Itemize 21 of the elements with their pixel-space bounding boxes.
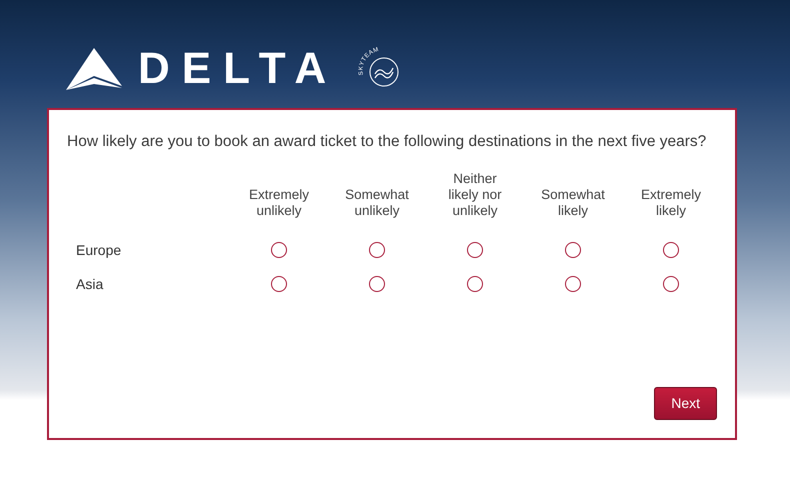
radio-button[interactable] xyxy=(663,242,679,258)
radio-button[interactable] xyxy=(369,242,385,258)
triangle-logo-icon xyxy=(66,48,122,90)
radio-button[interactable] xyxy=(467,242,483,258)
radio-button[interactable] xyxy=(663,276,679,292)
radio-button[interactable] xyxy=(369,276,385,292)
radio-button[interactable] xyxy=(271,276,287,292)
radio-button[interactable] xyxy=(565,242,581,258)
radio-button[interactable] xyxy=(271,242,287,258)
radio-button[interactable] xyxy=(467,276,483,292)
scale-label: Somewhat unlikely xyxy=(344,187,410,220)
next-button[interactable]: Next xyxy=(654,387,717,420)
row-label: Europe xyxy=(75,240,122,260)
scale-label: Extremely unlikely xyxy=(248,187,310,220)
scale-label: Neither likely nor unlikely xyxy=(447,171,503,220)
question-text: How likely are you to book an award ticket to the following destinations in the next five years? xyxy=(67,132,708,152)
scale-label: Somewhat likely xyxy=(540,187,606,220)
row-label: Asia xyxy=(75,274,104,294)
brand-wordmark: DELTA xyxy=(138,47,338,91)
radio-button[interactable] xyxy=(565,276,581,292)
scale-label: Extremely likely xyxy=(640,187,702,220)
